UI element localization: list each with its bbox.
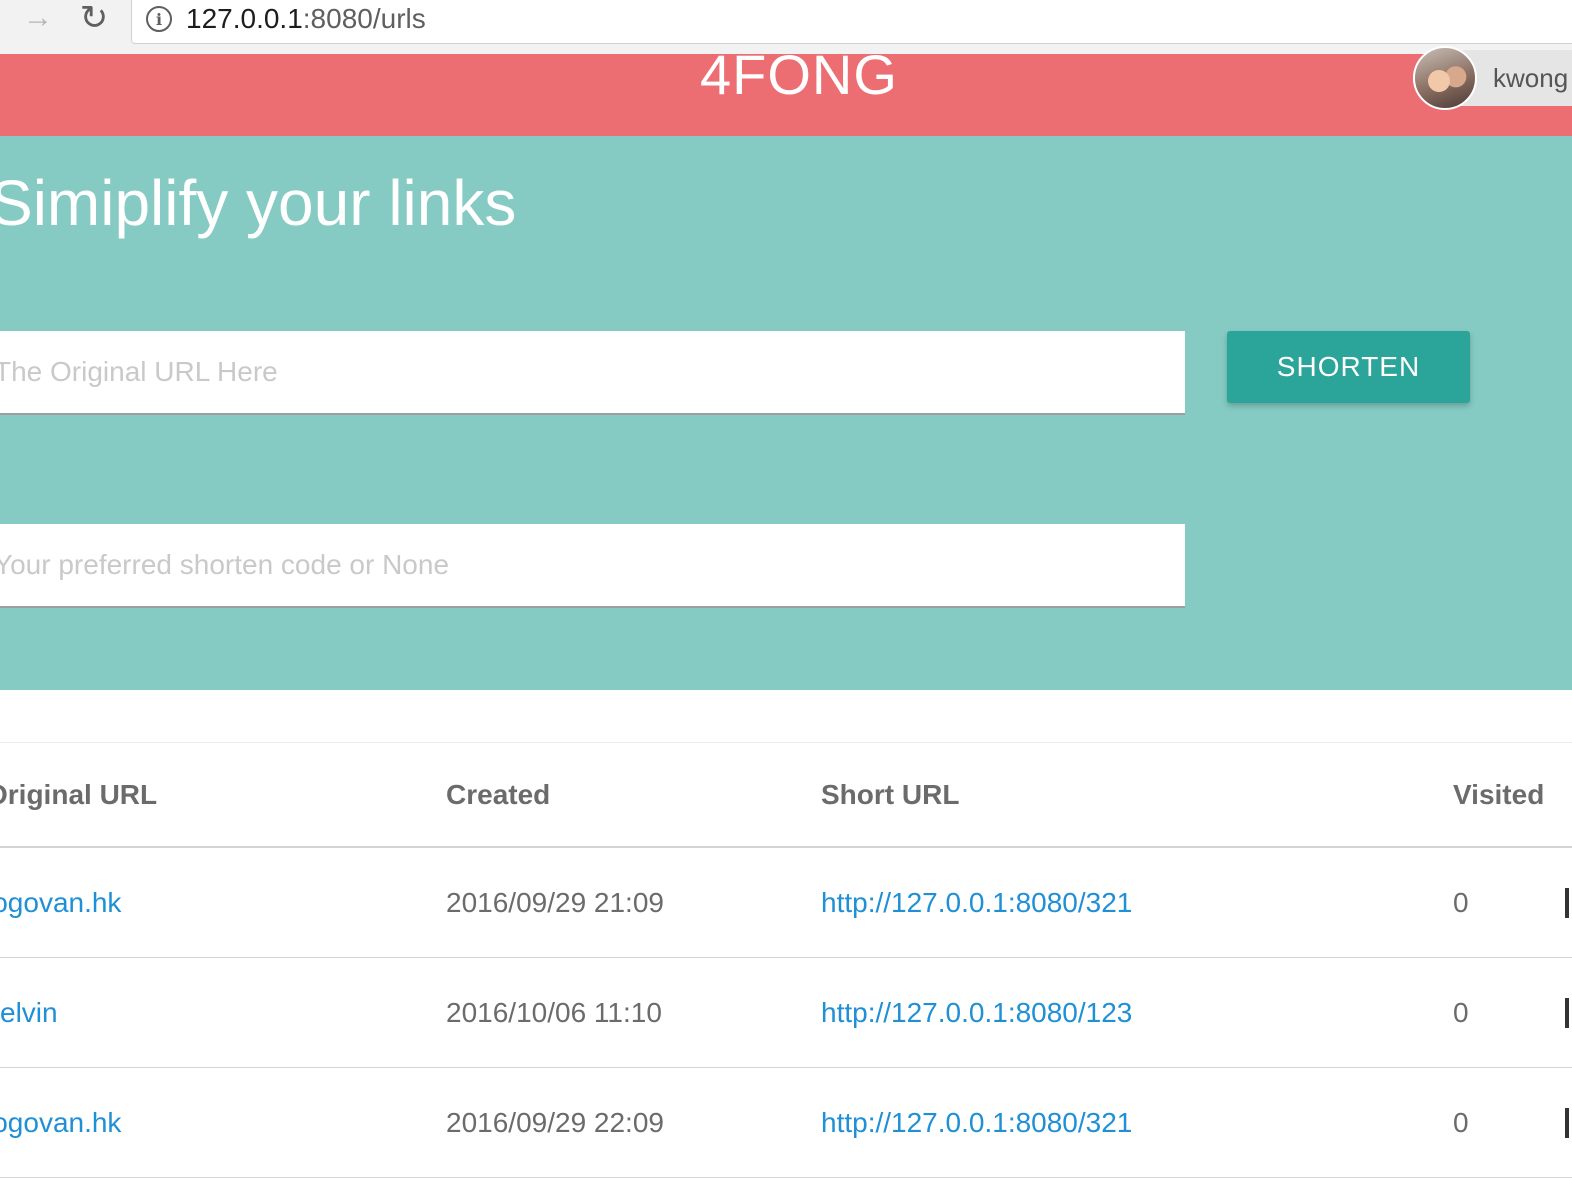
header-visited: Visited — [1453, 778, 1545, 810]
address-bar[interactable]: i 127.0.0.1:8080/urls — [131, 0, 1572, 44]
url-path: :8080/urls — [302, 3, 426, 34]
page-title: Simiplify your links — [0, 167, 517, 239]
shorten-panel: Simiplify your links SHORTEN — [0, 136, 1572, 690]
header-short-url: Short URL — [821, 778, 960, 810]
created-date: 2016/09/29 21:09 — [446, 886, 664, 918]
original-url-link[interactable]: logovan.hk — [0, 848, 121, 957]
shorten-button[interactable]: SHORTEN — [1227, 331, 1470, 403]
original-url-input[interactable] — [0, 331, 1185, 413]
short-url-link[interactable]: http://127.0.0.1:8080/321 — [821, 1068, 1132, 1177]
urls-table: Original URL Created Short URL Visited l… — [0, 742, 1572, 1178]
original-url-link[interactable]: logovan.hk — [0, 1068, 121, 1177]
visited-count: 0 — [1453, 886, 1469, 918]
table-row: logovan.hk 2016/09/29 22:09 http://127.0… — [0, 1068, 1572, 1178]
url-field[interactable] — [0, 331, 1185, 415]
url-host: 127.0.0.1 — [186, 3, 303, 34]
row-action-edge[interactable] — [1565, 1108, 1569, 1138]
user-menu[interactable]: kwong — [1413, 46, 1572, 110]
header-original-url: Original URL — [0, 778, 158, 810]
row-action-edge[interactable] — [1565, 998, 1569, 1028]
forward-icon[interactable]: → — [20, 2, 56, 34]
code-field[interactable] — [0, 524, 1185, 608]
visited-count: 0 — [1453, 1106, 1469, 1138]
short-url-link[interactable]: http://127.0.0.1:8080/321 — [821, 848, 1132, 957]
table-row: kelvin 2016/10/06 11:10 http://127.0.0.1… — [0, 958, 1572, 1068]
original-url-link[interactable]: kelvin — [0, 958, 58, 1067]
created-date: 2016/09/29 22:09 — [446, 1106, 664, 1138]
avatar[interactable] — [1413, 46, 1477, 110]
header-created: Created — [446, 778, 551, 810]
url-text: 127.0.0.1:8080/urls — [186, 3, 426, 35]
row-action-edge[interactable] — [1565, 888, 1569, 918]
shorten-code-input[interactable] — [0, 524, 1185, 606]
username[interactable]: kwong — [1493, 63, 1568, 94]
app-header: 4FONG kwong — [0, 43, 1572, 136]
created-date: 2016/10/06 11:10 — [446, 996, 662, 1028]
info-icon[interactable]: i — [146, 6, 172, 32]
reload-icon[interactable]: ↻ — [76, 1, 112, 35]
table-header-row: Original URL Created Short URL Visited — [0, 743, 1572, 848]
short-url-link[interactable]: http://127.0.0.1:8080/123 — [821, 958, 1132, 1067]
table-row: logovan.hk 2016/09/29 21:09 http://127.0… — [0, 848, 1572, 958]
visited-count: 0 — [1453, 996, 1469, 1028]
brand-logo[interactable]: 4FONG — [700, 42, 898, 107]
